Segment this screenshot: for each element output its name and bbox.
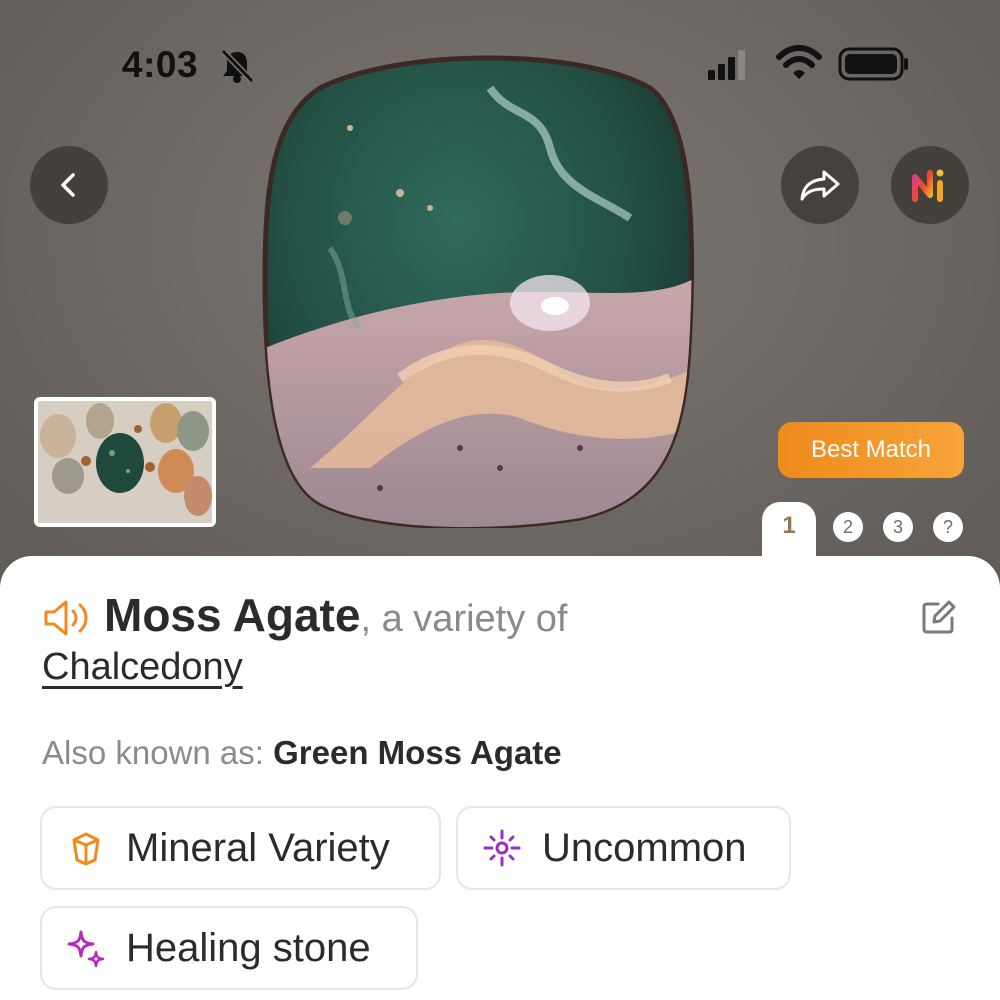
ai-assistant-button[interactable] <box>891 146 969 224</box>
variety-prefix: , a variety of <box>360 598 568 640</box>
sparkle-icon <box>483 829 521 867</box>
moss-agate-stone-image <box>250 48 700 528</box>
crystal-icon <box>72 832 100 866</box>
bead-necklace-photo <box>38 401 212 523</box>
chevron-left-icon <box>61 173 75 197</box>
tag-healing-stone[interactable]: Healing stone <box>40 906 418 990</box>
tag-label: Healing stone <box>126 925 371 970</box>
back-button[interactable] <box>30 146 108 224</box>
result-tab-2[interactable]: 2 <box>833 512 863 542</box>
speaker-icon[interactable] <box>42 598 94 638</box>
result-tab-unknown[interactable]: ? <box>933 512 963 542</box>
share-button[interactable] <box>781 146 859 224</box>
tag-mineral-variety[interactable]: Mineral Variety <box>40 806 441 890</box>
mineral-title: Moss Agate, a variety of <box>104 588 567 642</box>
status-time: 4:03 <box>122 44 199 85</box>
tag-label: Mineral Variety <box>126 825 390 870</box>
wifi-icon <box>776 45 822 79</box>
share-arrow-icon <box>800 170 840 201</box>
tag-label: Uncommon <box>542 825 747 870</box>
battery-icon <box>838 47 908 81</box>
edit-icon[interactable] <box>918 598 958 638</box>
also-known-label: Also known as: <box>42 734 274 771</box>
result-tab-3[interactable]: 3 <box>883 512 913 542</box>
bell-slash-icon <box>220 48 255 84</box>
also-known-as: Also known as: Green Moss Agate <box>42 734 562 772</box>
tag-uncommon[interactable]: Uncommon <box>456 806 791 890</box>
best-match-badge: Best Match <box>778 422 964 478</box>
specimen-photo: 4:03 Best Match 1 2 3 ? <box>0 0 1000 600</box>
user-photo-thumbnail[interactable] <box>34 397 216 527</box>
also-known-value: Green Moss Agate <box>273 734 562 771</box>
mineral-name: Moss Agate <box>104 589 361 641</box>
stars-icon <box>67 930 105 968</box>
parent-mineral-link[interactable]: Chalcedony <box>42 646 243 689</box>
cellular-signal-icon <box>708 50 745 80</box>
ai-logo-icon <box>912 169 944 202</box>
